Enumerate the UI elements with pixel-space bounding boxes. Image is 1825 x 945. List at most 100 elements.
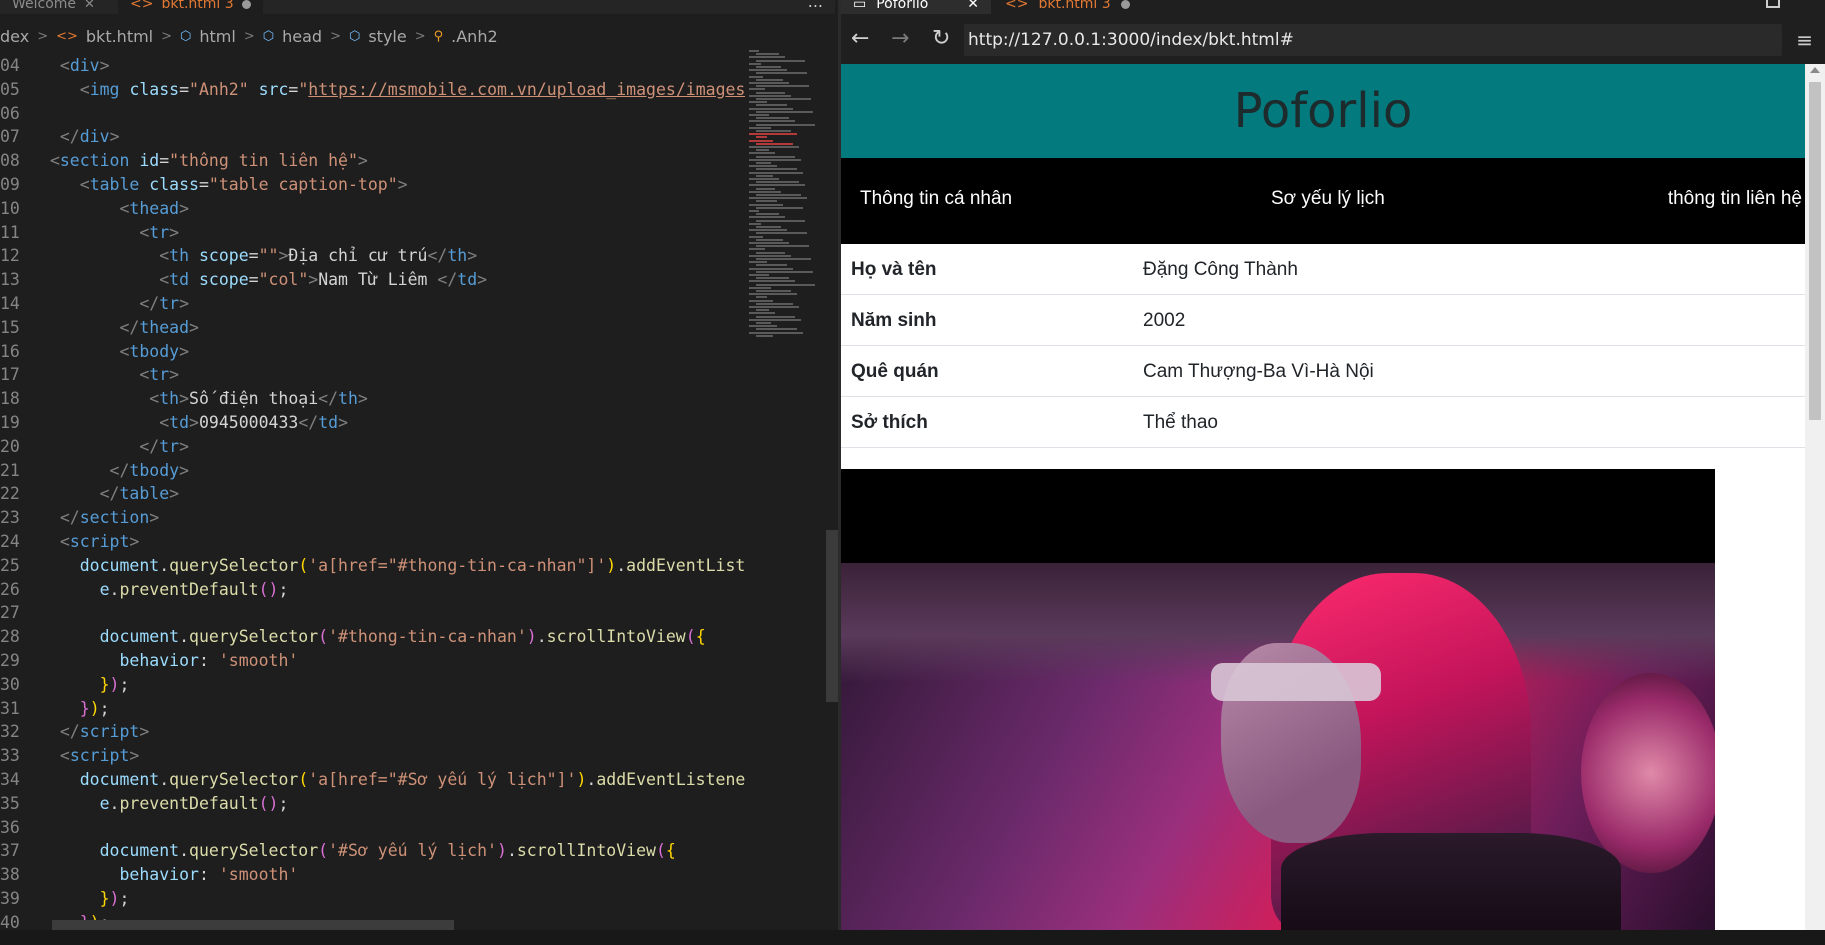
scrollbar-thumb[interactable] (1809, 82, 1821, 420)
line-number: 23 (0, 508, 20, 528)
code-line[interactable]: 36 (0, 816, 745, 840)
unsaved-dot-icon[interactable] (1120, 0, 1130, 9)
code-line[interactable]: 38 behavior: 'smooth' (0, 863, 745, 887)
code-area[interactable]: 04 <div> 05 <img class="Anh2" src="https:… (0, 54, 745, 930)
scroll-up-icon[interactable] (1810, 67, 1820, 73)
close-icon[interactable]: ✕ (967, 0, 979, 12)
split-layout-icon[interactable] (1766, 0, 1780, 8)
code-line[interactable]: 39 }); (0, 887, 745, 911)
line-number: 20 (0, 436, 20, 456)
reload-icon[interactable]: ↻ (932, 26, 950, 51)
code-line[interactable]: 31 }); (0, 697, 745, 721)
code-editor[interactable]: Welcome ✕ <> bkt.html 3 ... dex > <> bkt… (0, 0, 840, 945)
code-line[interactable]: 13 <td scope="col">Nam Từ Liêm </td> (0, 268, 745, 292)
chevron-right-icon: > (37, 28, 49, 44)
editor-tab-bkt[interactable]: <> bkt.html 3 (118, 0, 263, 14)
minimap-line (756, 251, 785, 254)
forward-arrow-icon[interactable]: → (891, 26, 909, 51)
more-actions-icon[interactable]: ... (808, 0, 823, 11)
code-line[interactable]: 09 <table class="table caption-top"> (0, 173, 745, 197)
minimap-line (756, 85, 809, 88)
breadcrumb-item-style[interactable]: style (368, 27, 406, 46)
row-label: Quê quán (851, 361, 939, 382)
code-text: <thead> (119, 198, 190, 218)
code-line[interactable]: 33 <script> (0, 744, 745, 768)
minimap-line (756, 206, 803, 209)
code-line[interactable]: 34 document.querySelector('a[href="#Sơ y… (0, 768, 745, 792)
code-line[interactable]: 15 </thead> (0, 316, 745, 340)
minimap[interactable] (747, 50, 825, 350)
code-line[interactable]: 24 <script> (0, 530, 745, 554)
page-viewport[interactable]: Poforlio Thông tin cá nhân Sơ yếu lý lịc… (841, 64, 1805, 930)
code-text: e.preventDefault(); (99, 793, 289, 813)
code-line[interactable]: 26 e.preventDefault(); (0, 578, 745, 602)
page-title: Poforlio (1233, 83, 1413, 139)
code-line[interactable]: 30 }); (0, 673, 745, 697)
code-line[interactable]: 27 (0, 601, 745, 625)
nav-link-personal-info[interactable]: Thông tin cá nhân (860, 188, 1012, 210)
minimap-line (756, 328, 797, 331)
browser-tab-poforlio[interactable]: ▭ Poforlio ✕ (841, 0, 991, 14)
minimap-line (749, 248, 765, 251)
editor-tab-welcome[interactable]: Welcome ✕ (0, 0, 107, 14)
code-line[interactable]: 29 behavior: 'smooth' (0, 649, 745, 673)
code-line[interactable]: 18 <th>Số điện thoại</th> (0, 387, 745, 411)
code-line[interactable]: 05 <img class="Anh2" src="https://msmobi… (0, 78, 745, 102)
code-text: </section> (59, 508, 160, 528)
code-line[interactable]: 08 <section id="thông tin liên hệ"> (0, 149, 745, 173)
code-line[interactable]: 04 <div> (0, 54, 745, 78)
code-line[interactable]: 17 <tr> (0, 363, 745, 387)
nav-link-contact[interactable]: thông tin liên hệ (1668, 188, 1802, 210)
code-line[interactable]: 19 <td>0945000433</td> (0, 411, 745, 435)
code-line[interactable]: 07 </div> (0, 125, 745, 149)
status-bar (0, 930, 1825, 945)
code-line[interactable]: 37 document.querySelector('#Sơ yếu lý lị… (0, 839, 745, 863)
close-icon[interactable]: ✕ (84, 0, 95, 12)
code-line[interactable]: 23 </section> (0, 506, 745, 530)
code-line[interactable]: 22 </table> (0, 482, 745, 506)
code-line[interactable]: 35 e.preventDefault(); (0, 792, 745, 816)
code-line[interactable]: 25 document.querySelector('a[href="#thon… (0, 554, 745, 578)
minimap-line (749, 331, 803, 334)
code-line[interactable]: 32 </script> (0, 720, 745, 744)
line-number: 24 (0, 532, 20, 551)
back-arrow-icon[interactable]: ← (851, 26, 869, 51)
hamburger-menu-icon[interactable]: ≡ (1796, 28, 1813, 52)
line-number: 28 (0, 627, 20, 647)
tab-label: bkt.html 3 (1038, 0, 1111, 12)
code-text: <script> (59, 746, 140, 766)
code-line[interactable]: 11 <tr> (0, 221, 745, 245)
code-line[interactable]: 10 <thead> (0, 197, 745, 221)
page-scrollbar[interactable] (1805, 64, 1825, 930)
minimap-line (749, 56, 785, 59)
breadcrumb-item-head[interactable]: head (282, 27, 322, 46)
code-line[interactable]: 28 document.querySelector('#thong-tin-ca… (0, 625, 745, 649)
browser-tab-bkt[interactable]: <> bkt.html 3 (993, 0, 1142, 14)
address-bar[interactable]: http://127.0.0.1:3000/index/bkt.html# (964, 24, 1782, 56)
minimap-line (749, 229, 787, 232)
breadcrumb-item-html[interactable]: html (199, 27, 235, 46)
minimap-line (749, 107, 793, 110)
breadcrumb-item-file[interactable]: bkt.html (86, 27, 153, 46)
code-line[interactable]: 20 </tr> (0, 435, 745, 459)
code-line[interactable]: 12 <th scope="">Địa chỉ cư trú</th> (0, 244, 745, 268)
code-line[interactable]: 16 <tbody> (0, 340, 745, 364)
code-line[interactable]: 14 </tr> (0, 292, 745, 316)
line-number: 13 (0, 270, 20, 290)
page-nav: Thông tin cá nhân Sơ yếu lý lịch thông t… (841, 158, 1805, 244)
minimap-line (749, 299, 773, 302)
breadcrumb-item-selector[interactable]: .Anh2 (451, 27, 498, 46)
row-value: Đặng Công Thành (1143, 259, 1298, 280)
line-number: 34 (0, 770, 20, 789)
code-line[interactable]: 06 (0, 102, 745, 126)
nav-link-resume[interactable]: Sơ yếu lý lịch (1271, 188, 1385, 210)
minimap-line (756, 277, 789, 280)
line-number: 32 (0, 722, 20, 742)
code-text: </tr> (139, 436, 190, 456)
code-line[interactable]: 21 </tbody> (0, 459, 745, 483)
unsaved-dot-icon[interactable] (241, 0, 251, 9)
browser-toolbar: ← → ↻ http://127.0.0.1:3000/index/bkt.ht… (841, 20, 1825, 60)
row-value: Thể thao (1143, 412, 1218, 433)
minimap-line (749, 210, 759, 212)
breadcrumb-item-folder[interactable]: dex (0, 27, 29, 46)
